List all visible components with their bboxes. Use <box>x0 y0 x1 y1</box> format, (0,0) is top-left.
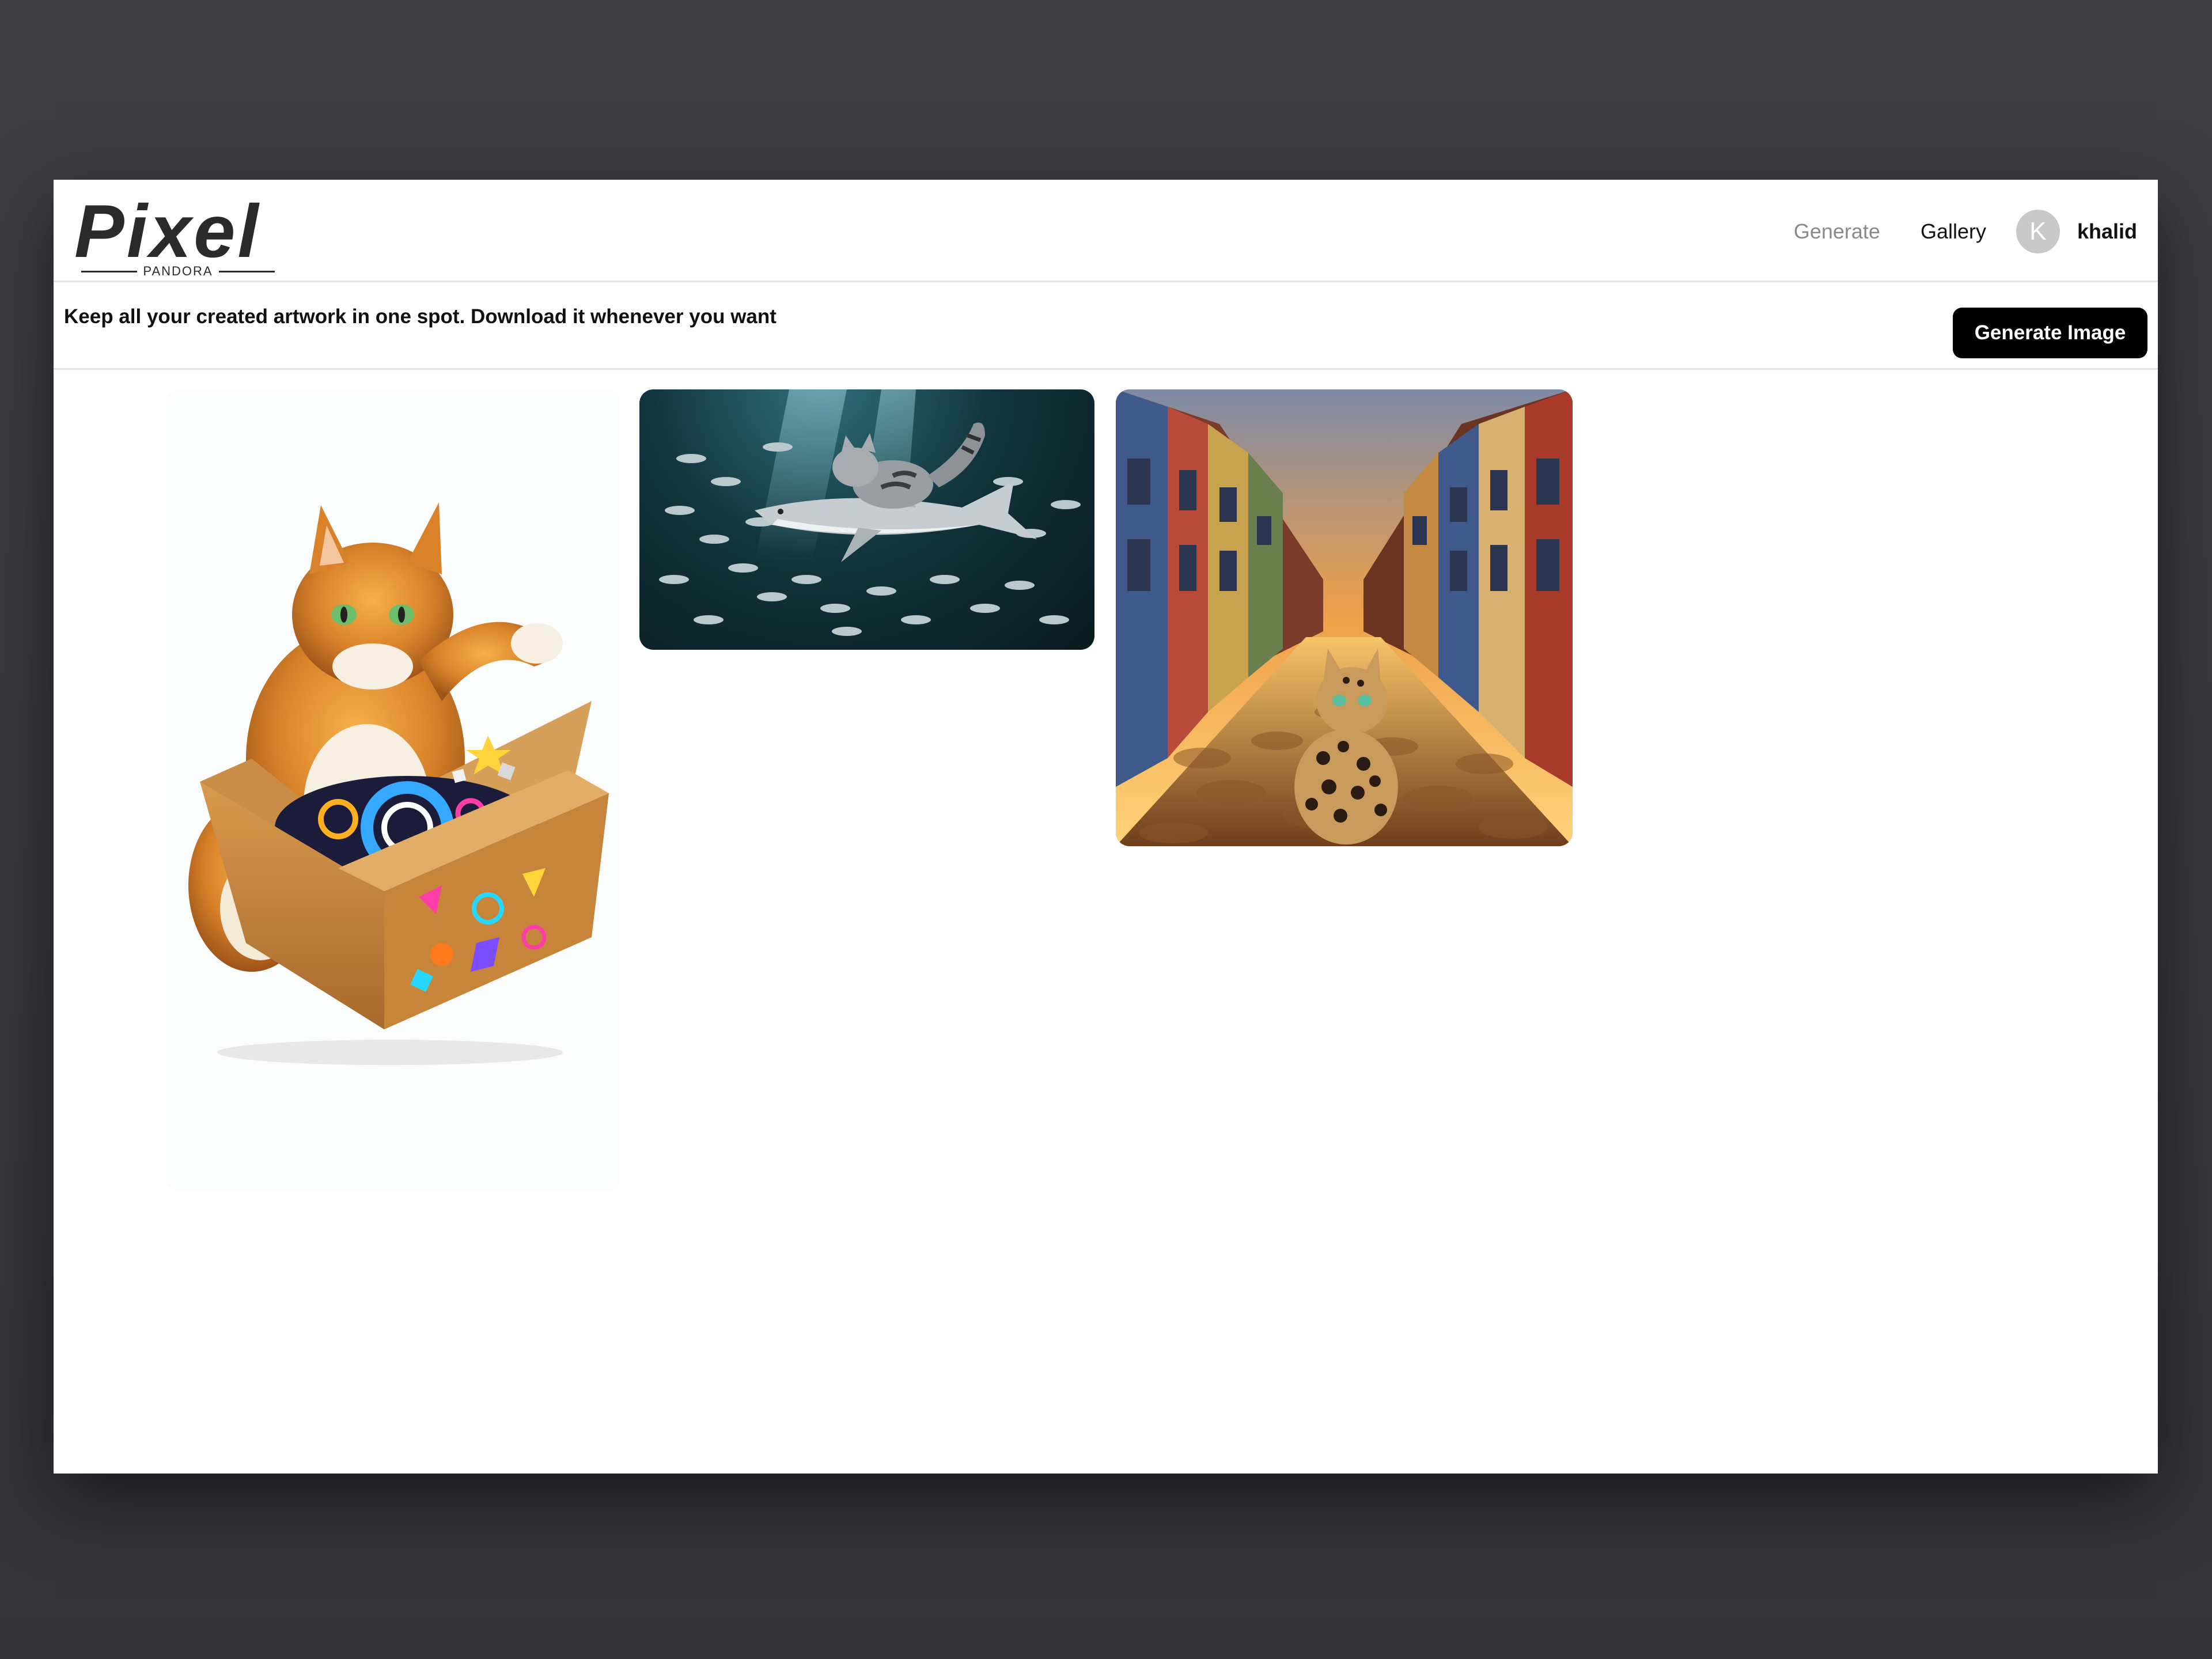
gallery-toolbar: Keep all your created artwork in one spo… <box>54 282 2158 370</box>
gallery-image-cat-box[interactable] <box>165 390 620 1191</box>
top-navbar: Pixel PANDORA Generate Gallery K khalid <box>54 180 2158 282</box>
generate-image-button[interactable]: Generate Image <box>1953 308 2147 358</box>
app-window: Pixel PANDORA Generate Gallery K khalid … <box>54 180 2158 1474</box>
cat-street-illustration <box>1116 389 1573 846</box>
cat-shark-illustration <box>659 389 1081 636</box>
logo-divider-right <box>218 270 275 272</box>
gallery-tagline: Keep all your created artwork in one spo… <box>64 305 777 328</box>
logo-wordmark: Pixel <box>74 189 261 273</box>
nav-link-generate[interactable]: Generate <box>1794 219 1880 244</box>
cat-box-illustration <box>188 502 609 1065</box>
pixel-logo[interactable]: Pixel PANDORA <box>74 188 282 278</box>
user-avatar[interactable]: K <box>2016 210 2060 253</box>
logo-subtext: PANDORA <box>143 264 213 278</box>
username-label[interactable]: khalid <box>2077 219 2137 244</box>
nav-link-gallery[interactable]: Gallery <box>1921 219 1986 244</box>
gallery-image-cat-shark[interactable] <box>639 389 1094 650</box>
logo-divider-left <box>81 270 138 272</box>
nav-menu: Generate Gallery K khalid <box>1794 205 2137 258</box>
logo-subtitle: PANDORA <box>81 263 275 280</box>
gallery-image-cat-street[interactable] <box>1116 389 1573 846</box>
